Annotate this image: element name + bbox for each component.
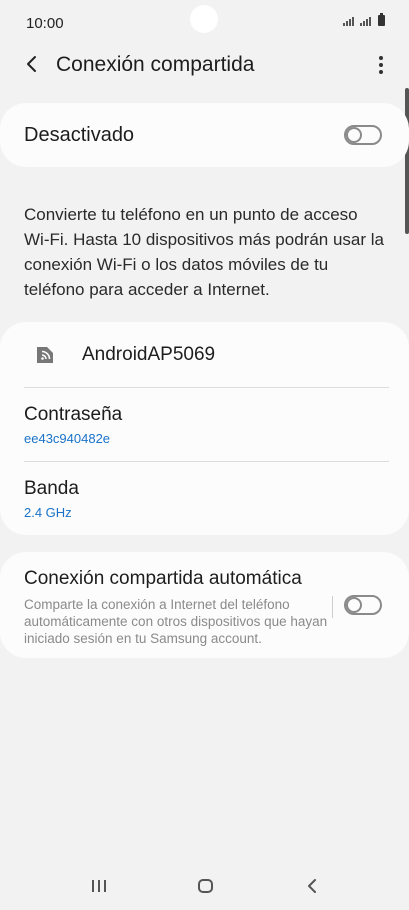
back-arrow-icon[interactable] bbox=[22, 54, 42, 74]
auto-hotspot-card[interactable]: Conexión compartida automática Comparte … bbox=[0, 552, 409, 658]
toggle-knob bbox=[346, 127, 362, 143]
master-toggle[interactable] bbox=[344, 125, 382, 145]
band-label: Banda bbox=[24, 478, 79, 499]
hotspot-description: Convierte tu teléfono en un punto de acc… bbox=[24, 205, 384, 299]
more-vert-icon[interactable] bbox=[377, 54, 385, 76]
master-switch-label: Desactivado bbox=[24, 124, 135, 146]
vertical-divider bbox=[332, 596, 333, 618]
battery-icon bbox=[378, 13, 385, 26]
band-row[interactable]: Banda 2.4 GHz bbox=[0, 462, 409, 535]
network-details-card: AndroidAP5069 Contraseña ee43c940482e Ba… bbox=[0, 322, 409, 535]
auto-hotspot-subtitle: Comparte la conexión a Internet del telé… bbox=[24, 597, 328, 646]
ssid-name: AndroidAP5069 bbox=[82, 344, 216, 365]
ssid-row[interactable]: AndroidAP5069 bbox=[0, 322, 409, 388]
nav-back-icon[interactable] bbox=[305, 877, 319, 895]
band-value: 2.4 GHz bbox=[24, 505, 72, 520]
hotspot-icon bbox=[34, 344, 56, 366]
home-icon[interactable] bbox=[198, 879, 213, 893]
auto-hotspot-title: Conexión compartida automática bbox=[24, 568, 302, 589]
camera-cutout bbox=[190, 5, 218, 33]
status-icons bbox=[343, 13, 385, 26]
password-value: ee43c940482e bbox=[24, 431, 111, 446]
recent-apps-icon[interactable] bbox=[92, 880, 106, 892]
scrollbar[interactable] bbox=[405, 88, 409, 234]
password-label: Contraseña bbox=[24, 404, 123, 425]
password-row[interactable]: Contraseña ee43c940482e bbox=[0, 388, 409, 462]
signal-icon bbox=[343, 17, 354, 26]
status-bar: 10:00 bbox=[0, 0, 409, 44]
page-title: Conexión compartida bbox=[56, 53, 255, 76]
status-time: 10:00 bbox=[26, 15, 64, 32]
master-switch-card[interactable]: Desactivado bbox=[0, 103, 409, 167]
toggle-knob bbox=[346, 597, 362, 613]
navigation-bar bbox=[0, 860, 409, 910]
app-bar: Conexión compartida bbox=[0, 44, 409, 86]
auto-hotspot-toggle[interactable] bbox=[344, 595, 382, 615]
signal-icon-2 bbox=[360, 17, 371, 26]
